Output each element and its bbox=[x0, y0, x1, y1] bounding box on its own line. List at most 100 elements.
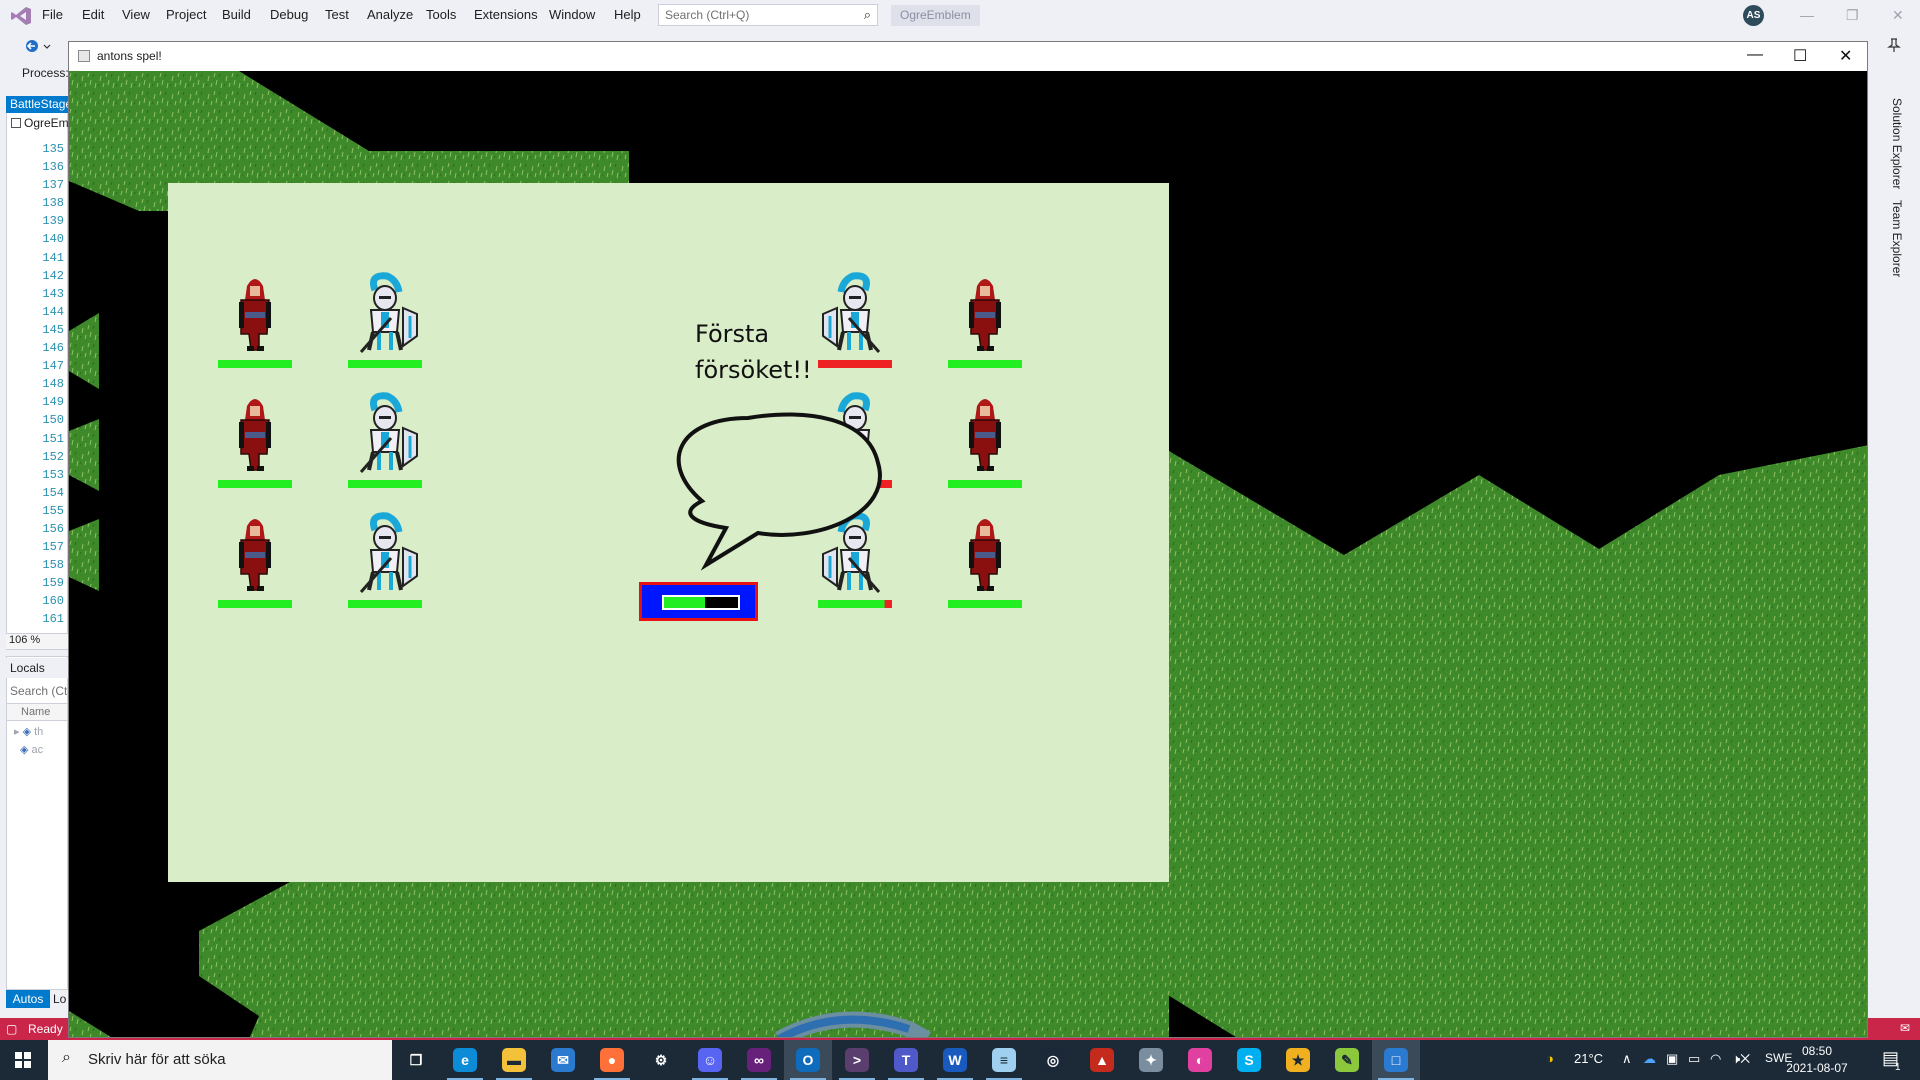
onedrive-cloud-icon[interactable]: ☁ bbox=[1643, 1051, 1656, 1067]
maximize-icon[interactable]: ☐ bbox=[1793, 46, 1807, 66]
taskbar-app-skype[interactable]: S bbox=[1225, 1040, 1273, 1080]
close-icon[interactable]: ✕ bbox=[1839, 46, 1852, 66]
vs-minimize-icon[interactable]: — bbox=[1800, 7, 1814, 23]
taskbar-search-input[interactable]: ⌕ Skriv här för att söka bbox=[48, 1040, 392, 1080]
locals-name-column-header[interactable]: Name bbox=[7, 703, 67, 721]
grass-terrain bbox=[199, 861, 1169, 1037]
taskbar-app-outlook[interactable]: O bbox=[784, 1040, 832, 1080]
tab-battlestage[interactable]: BattleStage bbox=[6, 96, 68, 113]
taskbar-app-firefox[interactable]: ● bbox=[588, 1040, 636, 1080]
locals-search-input[interactable]: Search (Ct bbox=[7, 681, 67, 701]
line-number: 152 bbox=[42, 449, 64, 464]
back-icon[interactable] bbox=[24, 39, 56, 53]
menu-analyze[interactable]: Analyze bbox=[367, 7, 413, 22]
taskbar-app-edge[interactable]: e bbox=[441, 1040, 489, 1080]
taskbar-app-discord[interactable]: ☺ bbox=[686, 1040, 734, 1080]
turn-meter-track bbox=[662, 595, 740, 610]
locals-row[interactable]: ◈ ac bbox=[20, 743, 43, 756]
line-number: 140 bbox=[42, 232, 64, 247]
firefox-icon: ● bbox=[600, 1048, 624, 1072]
game-window[interactable]: antons spel! — ☐ ✕ Första försöket!! bbox=[68, 41, 1868, 1038]
knight-unit[interactable] bbox=[348, 512, 422, 608]
weather-sun-icon[interactable]: ◑ bbox=[1546, 1051, 1554, 1066]
avatar[interactable]: AS bbox=[1743, 5, 1764, 26]
line-number: 136 bbox=[42, 160, 64, 175]
taskbar-app-settings[interactable]: ⚙ bbox=[637, 1040, 685, 1080]
menu-debug[interactable]: Debug bbox=[270, 7, 308, 22]
visual-studio-logo-icon bbox=[11, 7, 31, 25]
battle-stage[interactable] bbox=[168, 183, 1169, 882]
speech-bubble-text: Första försöket!! bbox=[695, 320, 812, 384]
menu-extensions[interactable]: Extensions bbox=[474, 7, 538, 22]
menu-tools[interactable]: Tools bbox=[426, 7, 456, 22]
taskbar-app-app-star[interactable]: ★ bbox=[1274, 1040, 1322, 1080]
menu-file[interactable]: File bbox=[42, 7, 63, 22]
taskbar-app-file-explorer[interactable]: ▬ bbox=[490, 1040, 538, 1080]
menu-build[interactable]: Build bbox=[222, 7, 251, 22]
ogre-unit[interactable] bbox=[218, 399, 292, 488]
ogre-unit[interactable] bbox=[218, 519, 292, 608]
taskbar-app-app-gear[interactable]: ✦ bbox=[1127, 1040, 1175, 1080]
menu-help[interactable]: Help bbox=[614, 7, 641, 22]
taskbar-app-word[interactable]: W bbox=[931, 1040, 979, 1080]
minimize-icon[interactable]: — bbox=[1747, 46, 1763, 64]
notifications-bell-icon[interactable]: ✉ bbox=[1900, 1021, 1910, 1035]
tray-overflow-chevron-icon[interactable]: ∧ bbox=[1622, 1051, 1632, 1067]
zoom-level-selector[interactable]: 106 % bbox=[6, 633, 68, 649]
taskbar-app-visual-studio[interactable]: ∞ bbox=[735, 1040, 783, 1080]
taskbar-app-app-red[interactable]: ▲ bbox=[1078, 1040, 1126, 1080]
editor-file-selector[interactable]: OgreEm bbox=[8, 116, 68, 134]
visual-studio-icon: ∞ bbox=[747, 1048, 771, 1072]
taskbar-app-notepad[interactable]: ≡ bbox=[980, 1040, 1028, 1080]
clock-time[interactable]: 08:50 bbox=[1784, 1044, 1850, 1058]
knight-unit[interactable] bbox=[348, 392, 422, 488]
line-number: 159 bbox=[42, 576, 64, 591]
menu-test[interactable]: Test bbox=[325, 7, 349, 22]
solution-name: OgreEmblem bbox=[891, 5, 980, 26]
settings-icon: ⚙ bbox=[649, 1048, 673, 1072]
taskbar-app-task-view[interactable]: ❐ bbox=[392, 1040, 440, 1080]
tab-solution-explorer[interactable]: Solution Explorer bbox=[1890, 98, 1904, 189]
clock-date[interactable]: 2021-08-07 bbox=[1784, 1061, 1850, 1075]
vs-close-icon[interactable]: ✕ bbox=[1892, 7, 1904, 24]
line-number: 148 bbox=[42, 377, 64, 392]
start-button[interactable] bbox=[0, 1040, 46, 1080]
mail-icon: ✉ bbox=[551, 1048, 575, 1072]
game-titlebar[interactable]: antons spel! — ☐ ✕ bbox=[69, 42, 1867, 71]
weather-temp[interactable]: 21°C bbox=[1574, 1051, 1603, 1066]
vs-search-input[interactable]: Search (Ctrl+Q) ⌕ bbox=[658, 4, 878, 26]
vs-restore-icon[interactable]: ❐ bbox=[1846, 7, 1859, 24]
locals-row-label: ac bbox=[31, 744, 44, 756]
ogre-unit[interactable] bbox=[948, 399, 1022, 488]
volume-muted-icon[interactable]: 🕨✕ bbox=[1732, 1051, 1750, 1067]
ogre-unit[interactable] bbox=[218, 279, 292, 368]
taskbar-app-mail[interactable]: ✉ bbox=[539, 1040, 587, 1080]
menu-project[interactable]: Project bbox=[166, 7, 206, 22]
taskbar-app-teams[interactable]: T bbox=[882, 1040, 930, 1080]
turn-meter bbox=[639, 582, 758, 621]
taskbar-app-notepad-plus[interactable]: ✎ bbox=[1323, 1040, 1371, 1080]
task-view-icon: ❐ bbox=[404, 1048, 428, 1072]
meet-now-icon[interactable]: ▣ bbox=[1666, 1051, 1678, 1067]
knight-unit[interactable] bbox=[348, 272, 422, 368]
expand-chevron-icon[interactable]: ▸ bbox=[14, 726, 20, 738]
tab-autos[interactable]: Autos bbox=[6, 990, 50, 1008]
ogre-unit[interactable] bbox=[948, 279, 1022, 368]
pin-icon[interactable] bbox=[1886, 37, 1902, 53]
menu-edit[interactable]: Edit bbox=[82, 7, 104, 22]
menu-window[interactable]: Window bbox=[549, 7, 595, 22]
notepad-plus-icon: ✎ bbox=[1335, 1048, 1359, 1072]
tab-team-explorer[interactable]: Team Explorer bbox=[1890, 200, 1904, 277]
file-explorer-icon: ▬ bbox=[502, 1048, 526, 1072]
tab-locals[interactable]: Lo bbox=[50, 990, 68, 1008]
taskbar-app-app-circle[interactable]: ◐ bbox=[1176, 1040, 1224, 1080]
battery-icon[interactable]: ▭ bbox=[1688, 1051, 1700, 1067]
menu-view[interactable]: View bbox=[122, 7, 150, 22]
taskbar-app-steam[interactable]: ◎ bbox=[1029, 1040, 1077, 1080]
wifi-icon[interactable]: ◠ bbox=[1710, 1051, 1721, 1067]
taskbar-app-game-window[interactable]: □ bbox=[1372, 1040, 1420, 1080]
taskbar-app-terminal[interactable]: > bbox=[833, 1040, 881, 1080]
ogre-unit[interactable] bbox=[948, 519, 1022, 608]
line-number: 138 bbox=[42, 196, 64, 211]
locals-row[interactable]: ▸ ◈ th bbox=[14, 725, 43, 738]
